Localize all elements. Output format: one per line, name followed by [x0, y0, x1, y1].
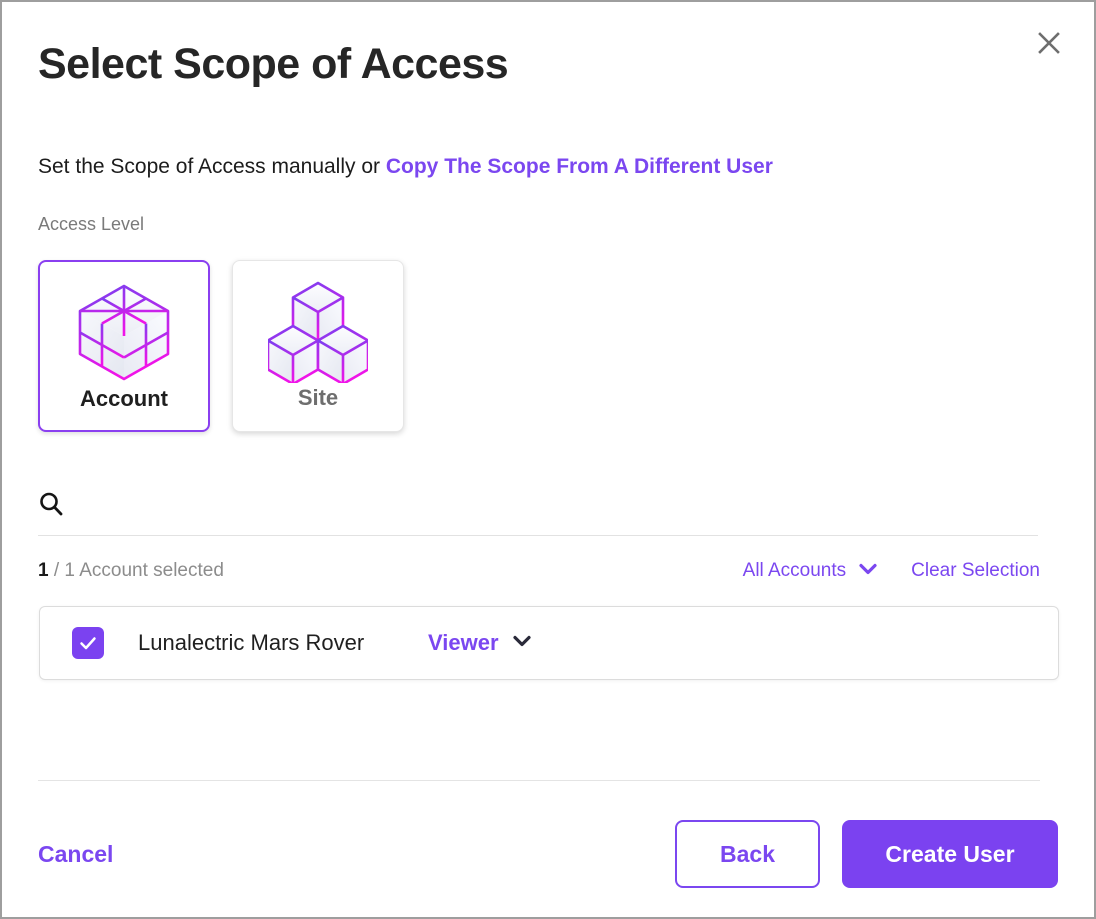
three-cubes-glyph	[268, 281, 368, 383]
access-level-label-site: Site	[297, 385, 339, 410]
copy-scope-link[interactable]: Copy The Scope From A Different User	[386, 155, 773, 178]
search-bar	[38, 489, 1038, 536]
back-button[interactable]: Back	[675, 820, 820, 888]
access-level-label: Access Level	[38, 214, 145, 234]
account-name: Lunalectric Mars Rover	[138, 630, 365, 655]
close-icon[interactable]	[1032, 26, 1066, 60]
chevron-down-glyph	[512, 635, 531, 647]
access-level-options: Account Site	[38, 260, 404, 432]
chevron-down-glyph	[859, 563, 877, 575]
page-title: Select Scope of Access	[38, 40, 509, 88]
selected-count: 1	[38, 560, 49, 581]
footer-divider	[38, 780, 1040, 781]
selected-count-suffix: / 1 Account selected	[48, 560, 224, 581]
selection-summary: 1 / 1 Account selected All Accounts Clea…	[38, 560, 1040, 582]
access-level-label-account: Account	[80, 386, 168, 411]
search-glyph	[40, 492, 63, 516]
chevron-down-icon	[859, 562, 877, 580]
search-input[interactable]	[76, 491, 1038, 521]
access-level-card-site[interactable]: Site	[232, 260, 404, 432]
all-accounts-label: All Accounts	[742, 560, 847, 581]
checkmark-icon	[80, 637, 96, 650]
subtitle-text: Set the Scope of Access manually or	[38, 155, 386, 178]
selected-count-text: 1 / 1 Account selected	[38, 560, 224, 582]
account-list: Lunalectric Mars Rover Viewer	[39, 606, 1059, 680]
select-scope-dialog: Select Scope of Access Set the Scope of …	[0, 0, 1096, 919]
cube-2x2-icon	[74, 280, 174, 384]
close-glyph	[1038, 32, 1060, 54]
chevron-down-icon	[512, 634, 531, 652]
cancel-button[interactable]: Cancel	[38, 841, 113, 868]
account-checkbox[interactable]	[72, 627, 104, 659]
three-cubes-icon	[268, 279, 368, 383]
clear-selection-button[interactable]: Clear Selection	[911, 560, 1040, 582]
all-accounts-dropdown[interactable]: All Accounts	[743, 560, 878, 582]
search-icon	[38, 491, 64, 522]
create-user-button[interactable]: Create User	[842, 820, 1058, 888]
role-label: Viewer	[428, 630, 499, 655]
cube-2x2-glyph	[78, 284, 170, 381]
access-level-card-account[interactable]: Account	[38, 260, 210, 432]
table-row[interactable]: Lunalectric Mars Rover Viewer	[40, 607, 1058, 679]
dialog-subtitle: Set the Scope of Access manually or Copy…	[38, 154, 773, 179]
role-dropdown[interactable]: Viewer	[428, 630, 531, 656]
footer-actions: Cancel Back Create User	[38, 820, 1058, 888]
